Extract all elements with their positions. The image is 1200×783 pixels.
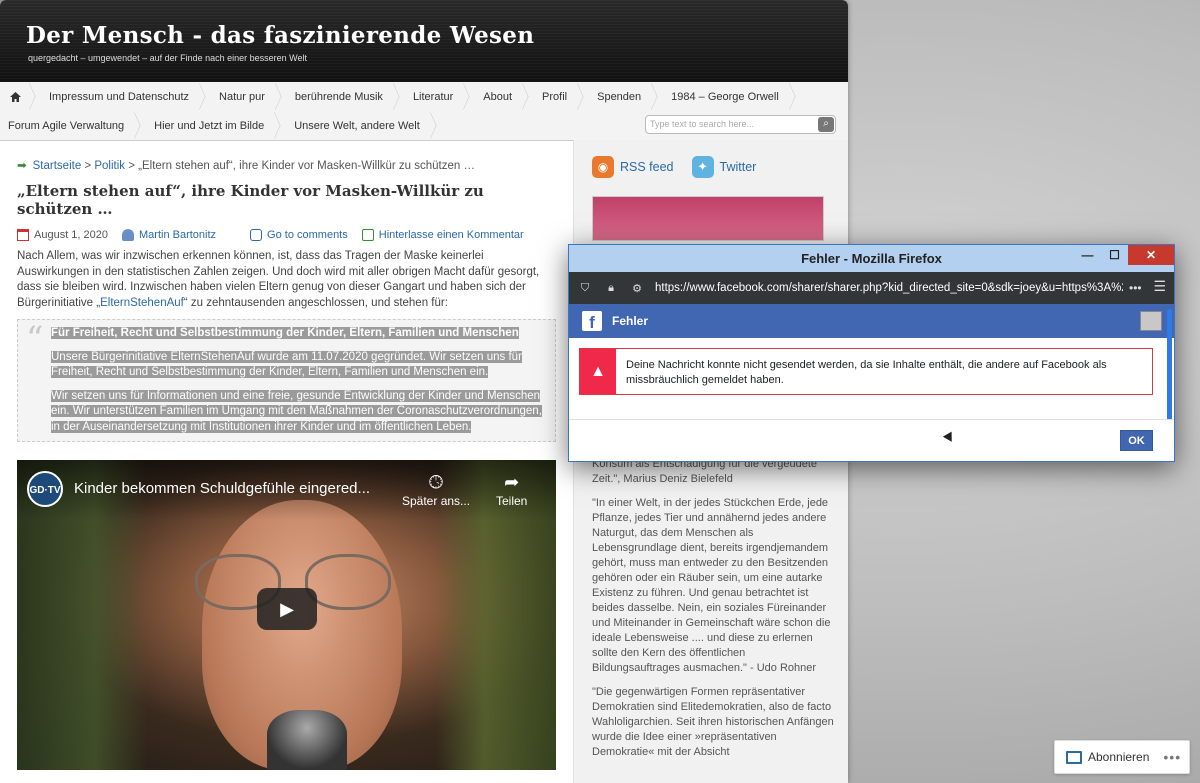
nav-item-forum[interactable]: Forum Agile Verwaltung <box>0 111 140 140</box>
post-author[interactable]: Martin Bartonitz <box>139 229 216 241</box>
main-content: ➡ Startseite > Politik > „Eltern stehen a… <box>0 140 573 783</box>
nav-item-impressum[interactable]: Impressum und Datenschutz <box>35 82 205 111</box>
breadcrumb-separator: > <box>84 160 92 172</box>
watch-later-button[interactable]: 🕓︎ Später ans... <box>402 472 470 508</box>
channel-logo[interactable]: GD·TV <box>27 471 63 507</box>
menu-icon[interactable]: ☰ <box>1153 278 1166 295</box>
ok-button[interactable]: OK <box>1120 430 1153 451</box>
site-title[interactable]: Der Mensch - das faszinierende Wesen <box>26 22 848 49</box>
permissions-icon[interactable]: ⚙ <box>627 282 647 295</box>
share-icon: ➦ <box>504 472 520 492</box>
main-nav: Impressum und Datenschutz Natur pur berü… <box>0 82 848 141</box>
subscribe-label: Abonnieren <box>1088 750 1150 764</box>
nav-item-profil[interactable]: Profil <box>528 82 583 111</box>
breadcrumb: ➡ Startseite > Politik > „Eltern stehen a… <box>17 158 556 172</box>
site-header: Der Mensch - das faszinierende Wesen que… <box>0 0 848 82</box>
post-intro: Nach Allem, was wir inzwischen erkennen … <box>17 249 556 311</box>
user-icon <box>122 229 135 241</box>
nav-item-about[interactable]: About <box>469 82 528 111</box>
quote-heading: Für Freiheit, Recht und Selbstbestimmung… <box>51 327 519 339</box>
sidebar-quotes: Konsum als Entschädigung für die vergeud… <box>592 457 834 769</box>
comment-icon <box>250 229 263 241</box>
facebook-logo-icon: f <box>582 311 602 332</box>
video-title[interactable]: Kinder bekommen Schuldgefühle eingered..… <box>74 480 370 497</box>
calendar-icon <box>17 229 29 241</box>
error-message-box: ▲ Deine Nachricht konnte nicht gesendet … <box>579 348 1153 395</box>
address-bar[interactable]: ⛉ 🔒︎ ⚙ https://www.facebook.com/sharer/s… <box>569 272 1174 304</box>
breadcrumb-category[interactable]: Politik <box>94 160 125 172</box>
elternstehenauf-link[interactable]: ElternStehenAuf <box>100 297 184 309</box>
firefox-error-window: Fehler - Mozilla Firefox — ☐ ✕ ⛉ 🔒︎ ⚙ ht… <box>568 244 1175 462</box>
nav-item-spenden[interactable]: Spenden <box>583 82 657 111</box>
subscribe-button[interactable]: Abonnieren ••• <box>1054 740 1190 774</box>
search-placeholder: Type text to search here... <box>650 119 755 129</box>
maximize-icon[interactable]: ☐ <box>1101 245 1128 265</box>
leave-comment-link[interactable]: Hinterlasse einen Kommentar <box>379 229 524 241</box>
quote-icon: “ <box>26 319 44 359</box>
breadcrumb-current: „Eltern stehen auf“, ihre Kinder vor Mas… <box>138 160 475 172</box>
window-titlebar[interactable]: Fehler - Mozilla Firefox — ☐ ✕ <box>569 245 1174 272</box>
minimize-icon[interactable]: — <box>1074 245 1101 265</box>
window-title: Fehler - Mozilla Firefox <box>801 251 942 266</box>
play-button[interactable]: ▶ <box>257 588 317 630</box>
share-button[interactable]: ➦ Teilen <box>496 472 527 508</box>
dialog-footer: OK <box>569 419 1174 461</box>
more-options-icon[interactable]: ••• <box>1163 749 1181 765</box>
home-nav-item[interactable] <box>0 82 35 111</box>
post-intro-text-end: “ zu zehntausenden angeschlossen, und st… <box>183 296 448 309</box>
facebook-dialog-title: Fehler <box>612 314 649 328</box>
video-player[interactable]: GD·TV Kinder bekommen Schuldgefühle eing… <box>17 460 556 770</box>
twitter-icon[interactable]: ✦ <box>691 156 714 178</box>
video-thumbnail-detail <box>267 710 347 770</box>
window-controls: — ☐ ✕ <box>1074 245 1174 265</box>
watch-later-label: Später ans... <box>402 494 471 508</box>
site-description: quergedacht – umgewendet – auf der Finde… <box>28 53 308 63</box>
rss-feed-link[interactable]: RSS feed <box>620 160 674 174</box>
subscribe-icon <box>1066 750 1082 764</box>
page-actions-icon[interactable]: ••• <box>1129 281 1142 295</box>
nav-item-literatur[interactable]: Literatur <box>399 82 469 111</box>
facebook-header: f Fehler <box>569 304 1174 338</box>
nav-item-1984[interactable]: 1984 – George Orwell <box>657 82 795 111</box>
share-label: Teilen <box>496 494 528 508</box>
sidebar-quote: "In einer Welt, in der jedes Stückchen E… <box>592 497 831 674</box>
go-to-comments-link[interactable]: Go to comments <box>267 229 348 241</box>
post-meta: August 1, 2020 Martin Bartonitz Go to co… <box>17 229 556 241</box>
nav-row-1: Impressum und Datenschutz Natur pur berü… <box>0 82 848 111</box>
quote-paragraph: Unsere Bürgerinitiative ElternStehenAuf … <box>51 350 522 378</box>
sidebar-quote: "Die gegenwärtigen Formen repräsentative… <box>592 686 834 758</box>
lock-icon[interactable]: 🔒︎ <box>601 282 621 295</box>
sidebar-image <box>592 196 824 241</box>
quote-paragraph: Wir setzen uns für Informationen und ein… <box>51 389 542 433</box>
feed-links: ◉ RSS feed ✦ Twitter <box>592 156 830 178</box>
error-message: Deine Nachricht konnte nicht gesendet we… <box>626 359 1107 386</box>
twitter-link[interactable]: Twitter <box>720 160 757 174</box>
scrollbar[interactable] <box>1167 309 1172 421</box>
url-text[interactable]: https://www.facebook.com/sharer/sharer.p… <box>655 282 1123 294</box>
nav-item-hier-und-jetzt[interactable]: Hier und Jetzt im Bilde <box>140 111 280 140</box>
warning-icon: ▲ <box>580 349 616 394</box>
nav-row-2: Forum Agile Verwaltung Hier und Jetzt im… <box>0 111 848 140</box>
breadcrumb-home[interactable]: Startseite <box>33 160 82 172</box>
search-icon[interactable]: ⌕ <box>818 117 834 132</box>
arrow-right-icon: ➡ <box>17 160 27 172</box>
nav-item-unsere-welt[interactable]: Unsere Welt, andere Welt <box>280 111 436 140</box>
nav-item-natur-pur[interactable]: Natur pur <box>205 82 281 111</box>
post-title[interactable]: „Eltern stehen auf“, ihre Kinder vor Mas… <box>17 182 556 218</box>
clock-icon: 🕓︎ <box>428 472 444 492</box>
blockquote: “ Für Freiheit, Recht und Selbstbestimmu… <box>17 319 556 442</box>
close-icon[interactable]: ✕ <box>1128 245 1174 265</box>
shield-icon[interactable]: ⛉ <box>575 282 595 295</box>
rss-icon[interactable]: ◉ <box>592 156 614 178</box>
edit-icon <box>361 229 374 241</box>
post-date: August 1, 2020 <box>34 229 109 241</box>
search-input[interactable]: Type text to search here... ⌕ <box>645 115 836 134</box>
profile-thumbnail[interactable] <box>1140 311 1162 331</box>
nav-item-musik[interactable]: berührende Musik <box>281 82 399 111</box>
breadcrumb-separator: > <box>128 160 135 172</box>
home-icon <box>10 91 21 102</box>
